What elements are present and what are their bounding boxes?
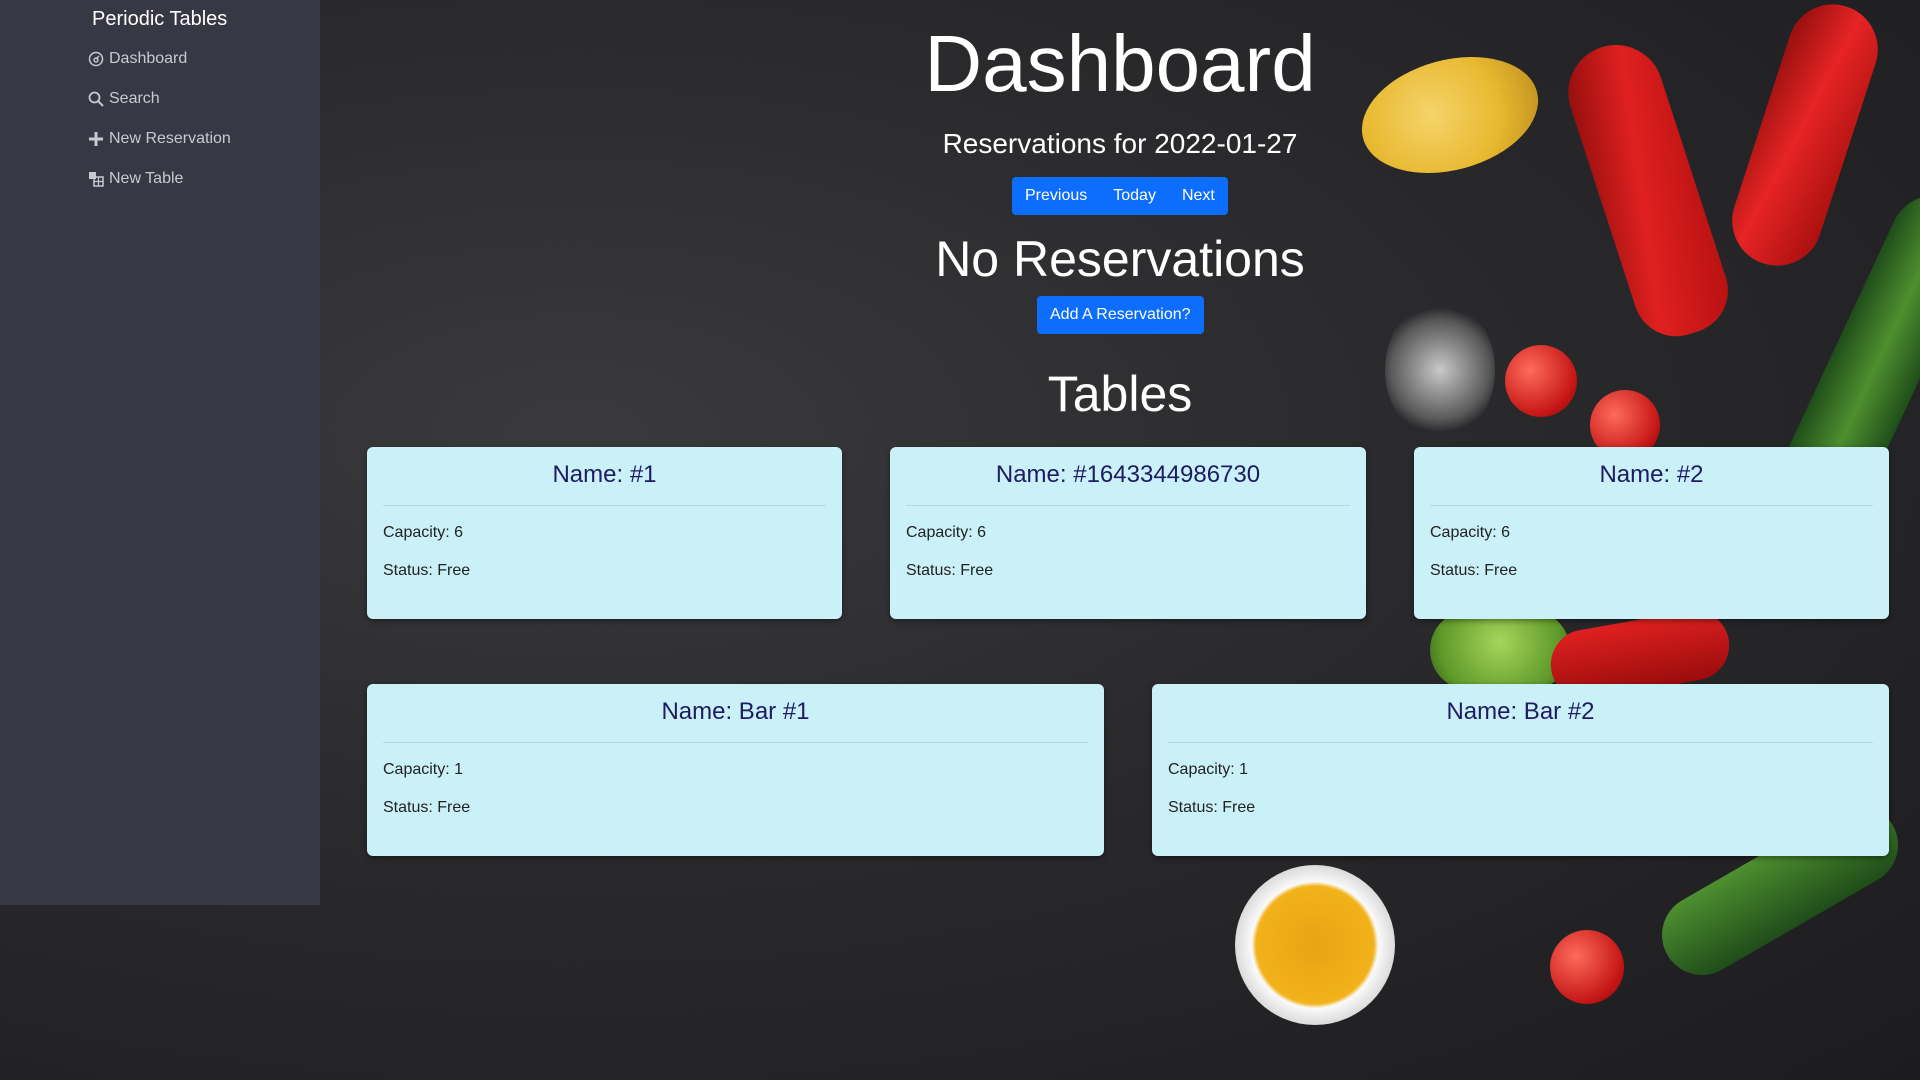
sidebar-item-new-reservation[interactable]: New Reservation [88, 130, 231, 148]
brand-title[interactable]: Periodic Tables [92, 8, 227, 31]
table-capacity: Capacity: 6 [906, 524, 987, 541]
date-nav-group: Previous Today Next [1012, 177, 1228, 215]
table-name: Name: #1643344986730 [995, 461, 1261, 488]
card-divider [1430, 505, 1873, 506]
tables-heading: Tables [1047, 366, 1193, 422]
page-title: Dashboard [924, 19, 1316, 108]
table-status: Status: Free [383, 799, 471, 816]
plus-icon [89, 132, 103, 146]
sidebar-item-label: Dashboard [109, 50, 188, 67]
add-reservation-button[interactable]: Add A Reservation? [1037, 296, 1204, 334]
card-divider [906, 505, 1350, 506]
no-reservations-heading: No Reservations [935, 231, 1305, 287]
sidebar-item-dashboard[interactable]: Dashboard [88, 50, 187, 68]
card-divider [383, 742, 1088, 743]
table-name: Name: Bar #2 [1446, 698, 1595, 725]
table-status: Status: Free [1430, 562, 1518, 579]
table-status: Status: Free [383, 562, 471, 579]
table-card: Name: #2 Capacity: 6 Status: Free [1414, 447, 1889, 619]
table-card: Name: #1643344986730 Capacity: 6 Status:… [890, 447, 1366, 619]
table-name: Name: #1 [552, 461, 657, 488]
today-button[interactable]: Today [1100, 177, 1169, 215]
table-card: Name: Bar #1 Capacity: 1 Status: Free [367, 684, 1104, 856]
table-capacity: Capacity: 6 [1430, 524, 1511, 541]
sidebar-item-label: New Table [109, 170, 184, 187]
table-icon [89, 172, 104, 187]
dashboard-icon [88, 51, 104, 67]
sidebar-item-label: Search [109, 90, 160, 107]
previous-button[interactable]: Previous [1012, 177, 1101, 215]
card-divider [383, 505, 826, 506]
search-icon [88, 91, 104, 107]
table-capacity: Capacity: 6 [383, 524, 464, 541]
table-name: Name: Bar #1 [661, 698, 810, 725]
next-button[interactable]: Next [1168, 177, 1228, 215]
reservations-date-heading: Reservations for 2022-01-27 [942, 128, 1298, 159]
sidebar-item-label: New Reservation [109, 130, 231, 147]
sidebar: Periodic Tables Dashboard Search New Res… [0, 0, 320, 905]
table-status: Status: Free [1168, 799, 1256, 816]
table-card: Name: Bar #2 Capacity: 1 Status: Free [1152, 684, 1889, 856]
main-content: Dashboard Reservations for 2022-01-27 Pr… [320, 0, 1920, 1080]
sidebar-item-new-table[interactable]: New Table [88, 170, 183, 188]
card-divider [1168, 742, 1873, 743]
sidebar-item-search[interactable]: Search [88, 90, 160, 108]
table-capacity: Capacity: 1 [1168, 761, 1249, 778]
table-status: Status: Free [906, 562, 994, 579]
table-name: Name: #2 [1599, 461, 1704, 488]
table-card: Name: #1 Capacity: 6 Status: Free [367, 447, 842, 619]
table-capacity: Capacity: 1 [383, 761, 464, 778]
